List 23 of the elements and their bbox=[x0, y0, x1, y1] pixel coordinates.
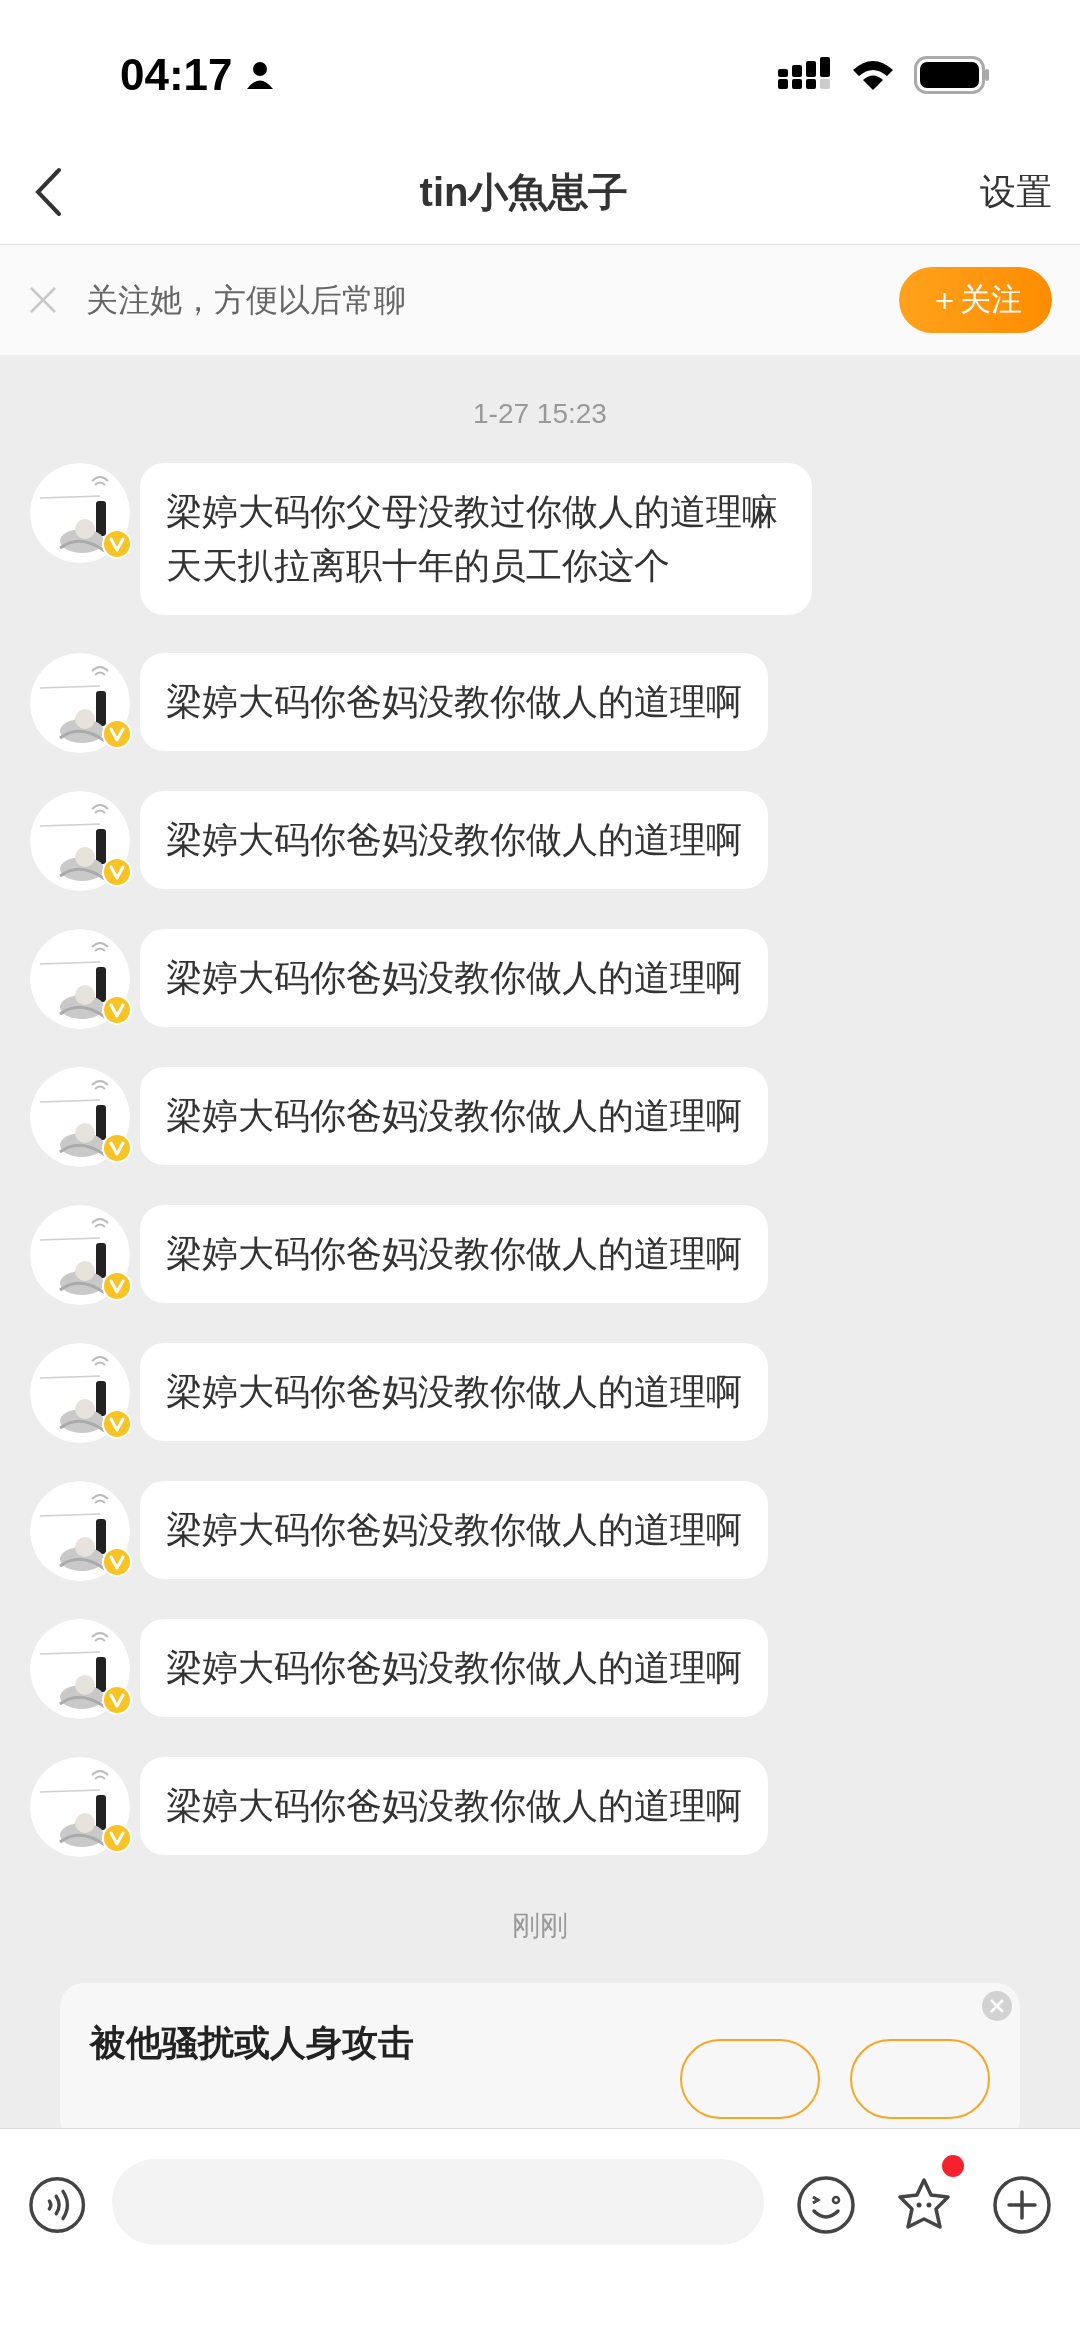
message-bubble: 梁婷大码你爸妈没教你做人的道理啊 bbox=[140, 1757, 768, 1855]
message-time: 1-27 15:23 bbox=[473, 397, 607, 431]
message-bubble: 梁婷大码你爸妈没教你做人的道理啊 bbox=[140, 653, 768, 751]
chat-title: tin小魚崽子 bbox=[419, 169, 629, 216]
message-bubble: 梁婷大码你父母没教过你做人的道理嘛天天扒拉离职十年的员工你这个 bbox=[140, 463, 812, 615]
message-bubble: 梁婷大码你爸妈没教你做人的道理啊 bbox=[140, 791, 768, 889]
message-bubble: 梁婷大码你爸妈没教你做人的道理啊 bbox=[140, 1481, 768, 1579]
emoji-icon[interactable] bbox=[796, 2175, 856, 2235]
message-bubble: 梁婷大码你爸妈没教你做人的道理啊 bbox=[140, 929, 768, 1027]
voice-icon[interactable] bbox=[28, 2175, 87, 2235]
settings-button[interactable]: 设置 bbox=[980, 165, 1052, 219]
follow-prompt: 关注她，方便以后常聊 bbox=[86, 281, 407, 320]
message-bubble: 梁婷大码你爸妈没教你做人的道理啊 bbox=[140, 1343, 768, 1441]
status-time: 04:17 bbox=[120, 49, 233, 101]
back-icon bbox=[33, 167, 63, 217]
message-bubble: 梁婷大码你爸妈没教你做人的道理啊 bbox=[140, 1205, 768, 1303]
message-bubble: 梁婷大码你爸妈没教你做人的道理啊 bbox=[140, 1619, 768, 1717]
plus-icon[interactable] bbox=[992, 2175, 1052, 2235]
message-time: 刚刚 bbox=[512, 1909, 568, 1943]
message-bubble: 梁婷大码你爸妈没教你做人的道理啊 bbox=[140, 1067, 768, 1165]
person-icon bbox=[244, 60, 275, 90]
battery-icon bbox=[914, 56, 990, 94]
safety-card-title: 被他骚扰或人身攻击 bbox=[90, 2021, 414, 2065]
